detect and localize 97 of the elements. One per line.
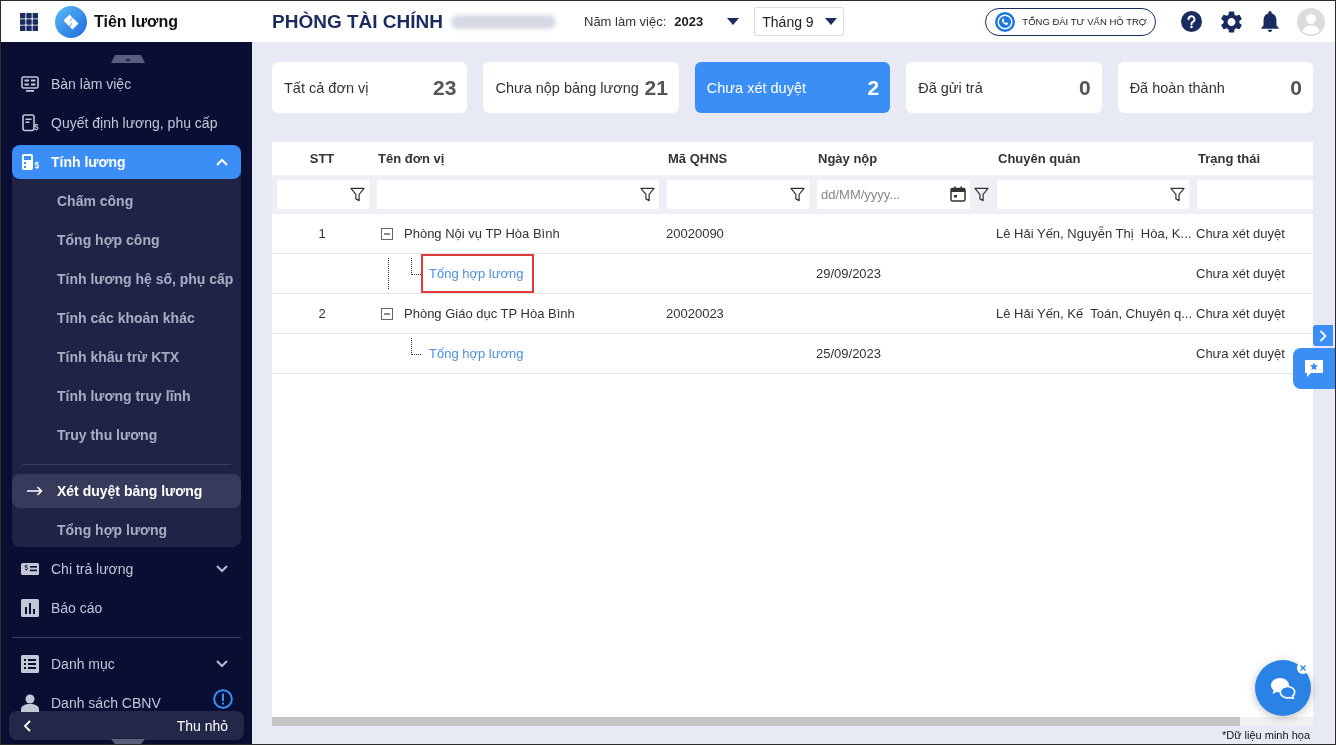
collapse-handle-icon[interactable] bbox=[111, 55, 145, 63]
status-card-count: 0 bbox=[1078, 75, 1091, 100]
submenu-item[interactable]: Xét duyệt bảng lương bbox=[12, 474, 241, 508]
unit-name: Phòng Giáo dục TP Hòa Bình bbox=[404, 306, 575, 321]
table-cell-text: Lê Hải Yến, Kế Toán, Chuyên q... bbox=[995, 306, 1193, 321]
app-name: Tiên lương bbox=[94, 12, 178, 31]
filter-field[interactable] bbox=[377, 180, 659, 209]
calendar-icon[interactable] bbox=[950, 186, 966, 202]
column-header: Trạng thái bbox=[1197, 151, 1261, 166]
cash-icon bbox=[21, 560, 39, 578]
table-cell-text: 20020090 bbox=[665, 226, 724, 241]
help-icon[interactable] bbox=[1181, 11, 1202, 32]
filter-icon[interactable] bbox=[640, 187, 655, 202]
year-label: Năm làm việc: bbox=[584, 14, 667, 29]
submenu-item[interactable]: Tổng hợp lương bbox=[12, 513, 241, 547]
app-logo-icon bbox=[55, 5, 87, 38]
sidebar-item[interactable]: Báo cáo bbox=[12, 591, 241, 625]
status-card-label: Chưa xét duyệt bbox=[706, 79, 806, 96]
chevron-left-icon bbox=[23, 719, 31, 732]
monitor-icon bbox=[21, 75, 39, 93]
chevron-right-icon bbox=[1319, 329, 1327, 342]
tree-line bbox=[388, 258, 389, 289]
collapse-icon[interactable] bbox=[381, 307, 393, 320]
footnote: *Dữ liệu minh họa bbox=[1221, 729, 1311, 741]
filter-field[interactable] bbox=[667, 180, 809, 209]
phone-icon bbox=[995, 11, 1016, 32]
expand-tab[interactable] bbox=[1313, 325, 1333, 346]
filter-field[interactable] bbox=[997, 180, 1189, 209]
feedback-button[interactable] bbox=[1293, 348, 1335, 389]
row-number: 1 bbox=[318, 226, 326, 241]
month-dropdown[interactable]: Tháng 9 bbox=[754, 7, 845, 36]
status-card-count: 21 bbox=[644, 75, 668, 100]
status-text: Chưa xét duyệt bbox=[1195, 306, 1285, 321]
collapse-icon[interactable] bbox=[381, 227, 393, 240]
status-card-label: Tất cả đơn vị bbox=[284, 79, 369, 96]
submenu-item[interactable]: Chấm công bbox=[12, 184, 241, 218]
close-icon[interactable] bbox=[1297, 662, 1309, 674]
column-header: STT bbox=[309, 151, 335, 166]
document-dollar-icon bbox=[21, 114, 39, 132]
arrow-right-icon bbox=[27, 486, 43, 496]
year-dropdown[interactable]: 2023 bbox=[674, 14, 740, 29]
sidebar-item[interactable]: Chi trả lương bbox=[12, 552, 241, 586]
caret-down-icon bbox=[727, 18, 740, 25]
filter-field[interactable] bbox=[277, 180, 369, 209]
status-card[interactable]: Tất cả đơn vị 23 bbox=[272, 62, 468, 113]
info-icon[interactable] bbox=[213, 689, 233, 709]
status-card-label: Đã hoàn thành bbox=[1129, 79, 1225, 96]
column-header: Ngày nộp bbox=[817, 151, 878, 166]
submenu-item[interactable]: Tính các khoản khác bbox=[12, 301, 241, 335]
status-card[interactable]: Đã gửi trả 0 bbox=[906, 62, 1102, 113]
status-card-count: 0 bbox=[1290, 75, 1303, 100]
status-card-label: Đã gửi trả bbox=[918, 79, 983, 96]
caret-down-icon bbox=[825, 18, 838, 25]
person-icon bbox=[21, 694, 39, 712]
date-filter-field[interactable]: dd/MM/yyyy... bbox=[817, 180, 970, 209]
column-header: Chuyên quản bbox=[997, 151, 1081, 166]
unit-name: Phòng Nội vụ TP Hòa Bình bbox=[404, 226, 560, 241]
tree-connector bbox=[411, 258, 421, 275]
list-icon bbox=[21, 655, 39, 673]
status-text: Chưa xét duyệt bbox=[1195, 266, 1285, 281]
status-text: Chưa xét duyệt bbox=[1195, 226, 1285, 241]
submenu-item[interactable]: Tính lương truy lĩnh bbox=[12, 379, 241, 413]
settings-icon[interactable] bbox=[1221, 10, 1242, 33]
submenu-item[interactable]: Truy thu lương bbox=[12, 418, 241, 452]
column-header: Tên đơn vị bbox=[377, 151, 445, 166]
calculator-dollar-icon bbox=[21, 153, 39, 171]
sidebar-item[interactable]: Bàn làm việc bbox=[12, 67, 241, 101]
filter-icon[interactable] bbox=[1170, 187, 1185, 202]
status-card[interactable]: Đã hoàn thành 0 bbox=[1117, 62, 1314, 113]
table-cell-text: 20020023 bbox=[665, 306, 724, 321]
row-number: 2 bbox=[318, 306, 326, 321]
table-cell-text: 25/09/2023 bbox=[815, 346, 882, 361]
apps-grid-icon[interactable] bbox=[20, 12, 38, 31]
chat-bubbles-icon bbox=[1270, 677, 1296, 699]
filter-icon[interactable] bbox=[974, 187, 989, 202]
column-header: Mã QHNS bbox=[667, 151, 728, 166]
status-card-label: Chưa nộp bảng lương bbox=[495, 79, 639, 96]
page-title: PHÒNG TÀI CHÍNH bbox=[272, 10, 443, 33]
notification-bell-icon[interactable] bbox=[1261, 11, 1279, 32]
filter-field[interactable] bbox=[1197, 180, 1313, 209]
status-card-count: 23 bbox=[433, 75, 457, 100]
status-card[interactable]: Chưa nộp bảng lương 21 bbox=[483, 62, 679, 113]
filter-icon[interactable] bbox=[790, 187, 805, 202]
table-cell-text: Lê Hải Yến, Nguyễn Thị Hòa, K... bbox=[995, 226, 1192, 241]
status-text: Chưa xét duyệt bbox=[1195, 346, 1285, 361]
filter-icon[interactable] bbox=[350, 187, 365, 202]
star-speech-bubble-icon bbox=[1304, 359, 1324, 378]
tree-connector bbox=[411, 338, 421, 355]
sidebar-item[interactable]: Quyết định lương, phụ cấp bbox=[12, 106, 241, 140]
submenu-item[interactable]: Tổng hợp công bbox=[12, 223, 241, 257]
table-cell-text: 29/09/2023 bbox=[815, 266, 882, 281]
status-card-count: 2 bbox=[867, 75, 880, 100]
submenu-item[interactable]: Tính lương hệ số, phụ cấp bbox=[12, 262, 241, 296]
collapse-sidebar-button[interactable]: Thu nhỏ bbox=[9, 711, 244, 740]
submenu-item[interactable]: Tính khấu trừ KTX bbox=[12, 340, 241, 374]
bar-chart-icon bbox=[21, 599, 39, 617]
sidebar-item[interactable]: Danh mục bbox=[12, 647, 241, 681]
